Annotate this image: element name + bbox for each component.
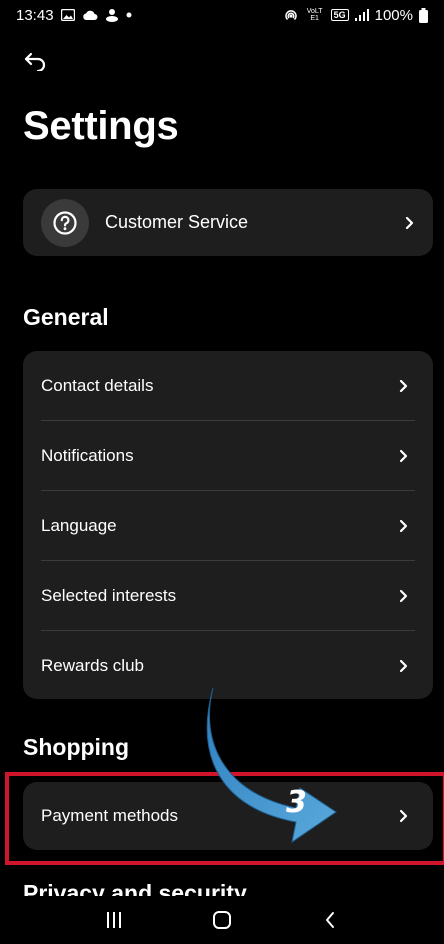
section-title-general: General bbox=[23, 304, 109, 330]
general-settings-list: Contact details Notifications Language S… bbox=[23, 351, 433, 699]
dot-icon bbox=[126, 12, 132, 18]
status-bar: 13:43 VoLTE1 5G 100% bbox=[0, 0, 444, 30]
list-item-rewards-club[interactable]: Rewards club bbox=[23, 631, 433, 701]
volte-label: VoLTE1 bbox=[306, 8, 323, 22]
status-left: 13:43 bbox=[16, 7, 132, 24]
cloud-icon bbox=[82, 10, 98, 21]
chevron-left-icon bbox=[326, 912, 334, 928]
customer-service-label: Customer Service bbox=[105, 212, 249, 232]
status-time: 13:43 bbox=[16, 6, 54, 24]
back-nav-button[interactable] bbox=[310, 900, 350, 940]
gallery-icon bbox=[60, 9, 75, 21]
list-item-selected-interests[interactable]: Selected interests bbox=[23, 561, 433, 631]
system-nav-bar bbox=[0, 896, 444, 944]
signal-icon bbox=[354, 9, 369, 21]
app-notification-icon bbox=[105, 8, 119, 22]
back-arrow-icon bbox=[24, 52, 46, 71]
back-button[interactable] bbox=[20, 46, 50, 76]
chevron-right-icon bbox=[397, 659, 409, 673]
page-title: Settings bbox=[23, 104, 179, 148]
list-item-label: Rewards club bbox=[41, 656, 144, 675]
list-item-label: Selected interests bbox=[41, 586, 177, 605]
volte-icon: VoLTE1 bbox=[305, 8, 325, 22]
list-item-label: Language bbox=[41, 516, 117, 535]
list-item-label: Notifications bbox=[41, 446, 134, 465]
customer-service-button[interactable]: Customer Service bbox=[23, 189, 433, 256]
section-title-shopping: Shopping bbox=[23, 734, 130, 760]
battery-icon bbox=[419, 7, 428, 23]
status-right: VoLTE1 5G 100% bbox=[283, 7, 428, 24]
chevron-right-icon bbox=[403, 216, 415, 230]
battery-percent: 100% bbox=[374, 6, 413, 24]
home-button[interactable] bbox=[202, 900, 242, 940]
list-item-label: Contact details bbox=[41, 376, 154, 395]
network-label: 5G bbox=[333, 10, 346, 20]
chevron-right-icon bbox=[397, 449, 409, 463]
network-5g-icon: 5G bbox=[330, 9, 349, 21]
list-item-contact-details[interactable]: Contact details bbox=[23, 351, 433, 421]
help-circle-icon bbox=[41, 198, 89, 247]
recents-button[interactable] bbox=[94, 900, 134, 940]
home-icon bbox=[213, 911, 231, 929]
chevron-right-icon bbox=[397, 379, 409, 393]
recents-icon bbox=[107, 912, 121, 928]
list-item-notifications[interactable]: Notifications bbox=[23, 421, 433, 491]
chevron-right-icon bbox=[397, 589, 409, 603]
list-item-language[interactable]: Language bbox=[23, 491, 433, 561]
step-number-label: 3 bbox=[286, 785, 307, 820]
hotspot-icon bbox=[283, 7, 299, 23]
chevron-right-icon bbox=[397, 519, 409, 533]
highlight-annotation bbox=[5, 772, 444, 865]
